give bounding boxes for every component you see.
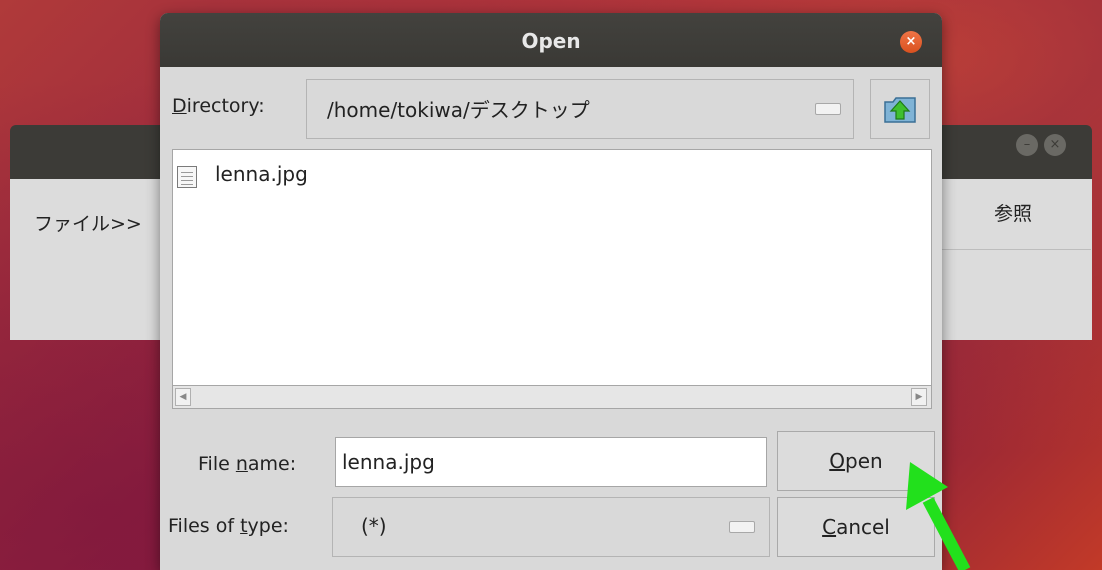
dropdown-indicator-icon [815, 103, 841, 115]
cancel-button[interactable]: Cancel [777, 497, 935, 557]
scroll-left-icon[interactable]: ◀ [175, 388, 191, 406]
file-name-input[interactable] [335, 437, 767, 487]
file-name-label: File name: [198, 453, 297, 475]
dialog-titlebar[interactable]: Open × [160, 13, 942, 67]
files-of-type-label: Files of type: [168, 515, 289, 537]
directory-combobox[interactable]: /home/tokiwa/デスクトップ [306, 79, 854, 139]
file-name: lenna.jpg [215, 162, 308, 186]
scroll-right-icon[interactable]: ▶ [911, 388, 927, 406]
close-icon[interactable]: × [1044, 134, 1066, 156]
file-list[interactable]: lenna.jpg [172, 149, 932, 394]
files-of-type-value: (*) [361, 514, 387, 538]
directory-label: Directory: [172, 95, 265, 117]
browse-button[interactable]: 参照 [934, 180, 1091, 250]
open-button[interactable]: Open [777, 431, 935, 491]
dropdown-indicator-icon [729, 521, 755, 533]
file-label: ファイル>> [34, 213, 142, 235]
dialog-title: Open [521, 29, 581, 53]
parent-directory-button[interactable] [870, 79, 930, 139]
open-dialog: Open × Directory: /home/tokiwa/デスクトップ le… [160, 13, 942, 570]
folder-up-icon [884, 97, 916, 123]
horizontal-scrollbar[interactable]: ◀ ▶ [172, 385, 932, 409]
dialog-close-icon[interactable]: × [900, 31, 922, 53]
files-of-type-combobox[interactable]: (*) [332, 497, 770, 557]
document-icon [177, 166, 197, 188]
minimize-icon[interactable]: – [1016, 134, 1038, 156]
directory-value: /home/tokiwa/デスクトップ [327, 98, 590, 122]
